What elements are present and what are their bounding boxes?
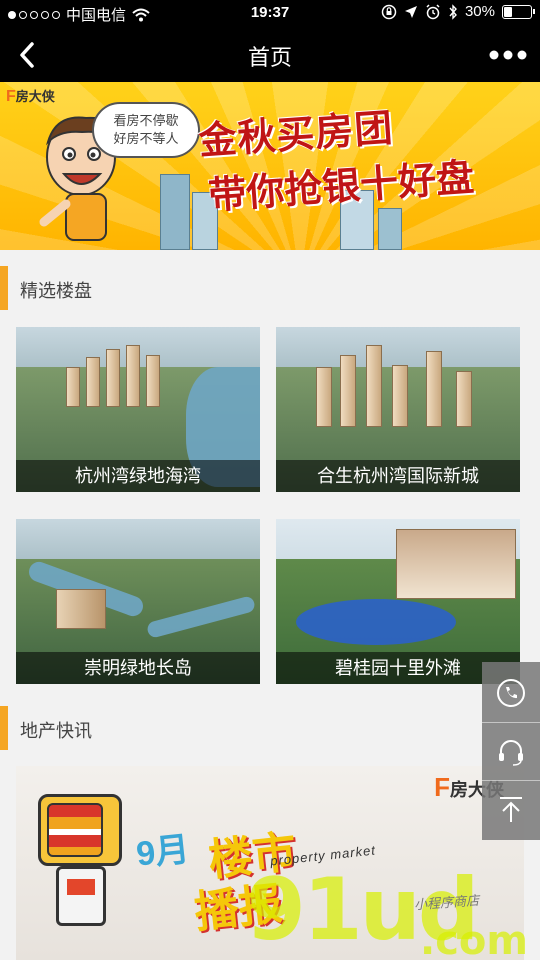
banner-brand-logo: F房大侠 — [6, 88, 55, 105]
navigation-bar: 首页 — [0, 28, 540, 82]
news-month: 9月 — [134, 830, 192, 874]
card-image-building — [340, 355, 356, 427]
property-card[interactable]: 杭州湾绿地海湾 — [16, 327, 260, 492]
card-image-building — [426, 351, 442, 427]
property-name: 合生杭州湾国际新城 — [276, 460, 520, 492]
card-image-building — [392, 365, 408, 427]
property-card[interactable]: 合生杭州湾国际新城 — [276, 327, 520, 492]
customer-service-button[interactable] — [482, 722, 540, 780]
battery-icon — [502, 4, 535, 19]
card-image-building — [126, 345, 140, 407]
headset-icon — [499, 739, 523, 766]
status-right: 30% — [381, 3, 535, 20]
location-icon — [404, 5, 417, 18]
watermark-suffix: .com — [420, 918, 529, 960]
alarm-icon — [426, 3, 440, 19]
back-to-top-icon — [500, 796, 522, 822]
floating-action-panel — [482, 662, 540, 840]
phone-icon — [497, 679, 525, 707]
section-title: 地产快讯 — [20, 721, 92, 741]
tv-mascot-icon — [38, 794, 122, 866]
card-image-building — [106, 349, 120, 407]
card-image-building — [396, 529, 516, 599]
section-title: 精选楼盘 — [20, 281, 92, 301]
card-image-building — [66, 367, 80, 407]
banner-headline: 金秋买房团 带你抢银十好盘 — [197, 90, 494, 220]
card-image-building — [146, 355, 160, 407]
banner-building — [160, 174, 190, 250]
bluetooth-icon — [449, 3, 457, 20]
property-card[interactable]: 碧桂园十里外滩 — [276, 519, 520, 684]
bubble-line-1: 看房不停歇 — [113, 113, 179, 128]
property-name: 崇明绿地长岛 — [16, 652, 260, 684]
speech-bubble: 看房不停歇 好房不等人 — [92, 102, 200, 158]
call-button[interactable] — [482, 664, 540, 722]
orientation-lock-icon — [381, 4, 397, 19]
card-image-building — [56, 589, 106, 629]
section-header-featured: 精选楼盘 — [0, 266, 540, 310]
page-title: 首页 — [247, 45, 292, 70]
card-image-building — [366, 345, 382, 427]
card-image-building — [316, 367, 332, 427]
back-to-top-button[interactable] — [482, 780, 540, 838]
section-accent-bar — [0, 266, 8, 310]
card-image-building — [86, 357, 100, 407]
card-image-pool — [296, 599, 456, 645]
section-accent-bar — [0, 706, 8, 750]
section-header-news: 地产快讯 — [0, 706, 540, 750]
tv-mascot-body — [56, 866, 106, 926]
bubble-line-2: 好房不等人 — [113, 131, 179, 146]
status-bar: 中国电信 19:37 30% — [0, 0, 540, 28]
property-card[interactable]: 崇明绿地长岛 — [16, 519, 260, 684]
promo-banner[interactable]: F房大侠 看房不停歇 好房不等人 金秋买房团 带你抢银十好盘 — [0, 82, 540, 250]
card-image-building — [456, 371, 472, 427]
property-name: 杭州湾绿地海湾 — [16, 460, 260, 492]
banner-building — [378, 208, 402, 250]
battery-percent: 30% — [464, 3, 495, 20]
more-menu-button[interactable] — [488, 46, 528, 64]
